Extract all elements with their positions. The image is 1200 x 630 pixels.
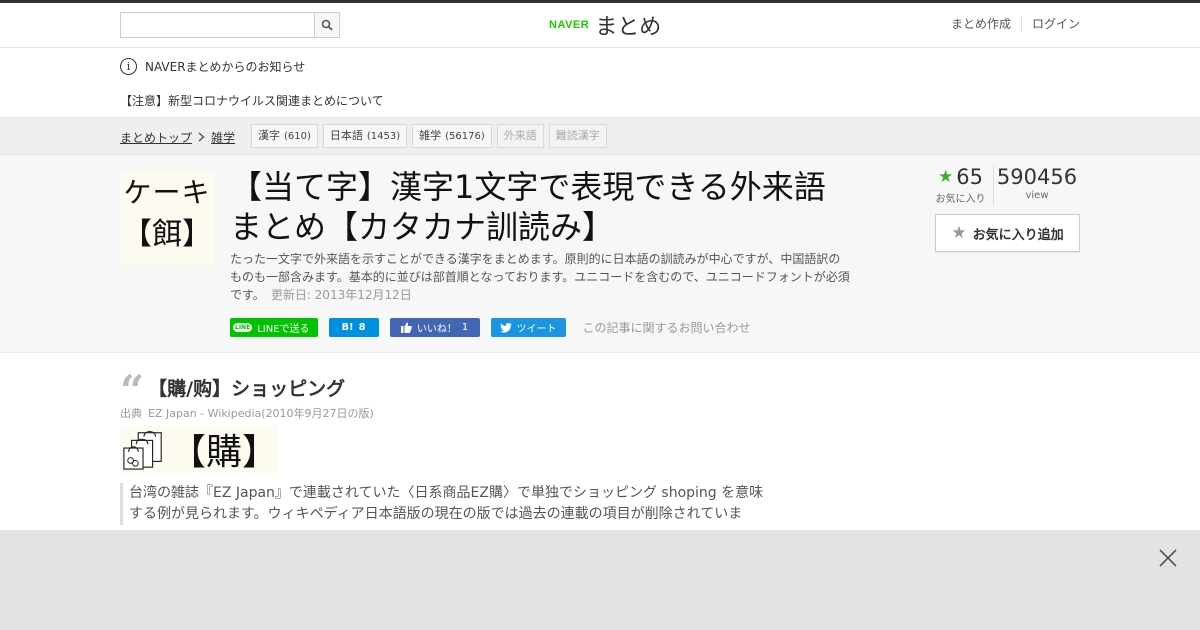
article-thumbnail: ケーキ 【餌】 [120,171,214,265]
facebook-like-label: いいね！ [416,324,457,335]
tweet-label: ツイート [516,324,557,335]
line-icon: LINE [233,323,253,332]
section-image[interactable]: 【購】 [120,425,278,473]
section-heading: “ 【購/购】ショッピング [120,366,346,415]
logo-naver: NAVER [549,19,590,31]
search-icon [321,19,333,31]
chevron-right-icon [198,131,205,145]
tag-list: 漢字 (610) 日本語 (1453) 雑学 (56176) 外来語 難読漢字 [251,124,607,148]
tag-nihongo[interactable]: 日本語 (1453) [322,124,408,148]
twitter-icon [499,322,512,333]
search-button[interactable] [314,13,339,37]
source-citation: 出典 EZ Japan - Wikipedia(2010年9月27日の版) [120,405,374,421]
search-form [120,12,340,38]
tag-zatsugaku[interactable]: 雑学 (56176) [412,124,492,148]
section-image-kanji: 【購】 [169,432,278,473]
article-stats: ★ 65 お気に入り 590456 view [928,165,1080,205]
source-link[interactable]: EZ Japan - Wikipedia(2010年9月27日の版) [148,407,374,420]
ad-overlay [0,530,1200,630]
favorite-label: お気に入り [935,194,986,205]
favorite-count: 65 [956,165,983,189]
line-share-button[interactable]: LINE LINEで送る [230,318,318,337]
thumbnail-text-bottom: 【餌】 [122,217,212,252]
share-buttons: LINE LINEで送る B! 8 いいね！ 1 ツイート この記事に関するお問… [230,318,751,337]
notice-title-text: NAVERまとめからのお知らせ [145,60,306,74]
view-stat: 590456 view [994,165,1080,205]
source-label: 出典 [120,407,142,420]
tag-label: 外来語 [503,129,537,142]
view-count: 590456 [996,165,1078,189]
tag-gairaigo[interactable]: 外来語 [496,124,544,148]
notice-area: i NAVERまとめからのお知らせ 【注意】新型コロナウイルス関連まとめについて [0,48,1200,118]
close-icon[interactable] [1156,546,1180,570]
hatena-count: 8 [358,322,366,333]
tag-label: 日本語 [329,129,363,142]
tag-kanji[interactable]: 漢字 (610) [251,124,318,148]
star-icon: ★ [951,223,967,243]
tag-nandoku-kanji[interactable]: 難読漢字 [548,124,607,148]
hatena-icon: B! [341,322,354,333]
tag-count: (610) [284,131,311,142]
quote-block: 台湾の雑誌『EZ Japan』で連載されていた〈日系商品EZ購〉で単独でショッピ… [120,483,770,525]
info-icon: i [120,58,137,75]
view-label: view [1025,190,1049,201]
add-favorite-button[interactable]: ★ お気に入り追加 [935,214,1080,252]
star-icon: ★ [938,167,954,187]
search-input[interactable] [121,13,314,37]
article-description: たった一文字で外来語を示すことができる漢字をまとめます。原則的に日本語の訓読みが… [230,250,850,304]
inquiry-link[interactable]: この記事に関するお問い合わせ [583,319,751,336]
article-content: “ 【購/购】ショッピング 出典 EZ Japan - Wikipedia(201… [0,353,1200,529]
tweet-button[interactable]: ツイート [490,318,566,337]
tag-label: 漢字 [258,129,280,142]
quote-icon: “ [120,366,145,415]
breadcrumb-category[interactable]: 雑学 [211,129,235,146]
line-share-label: LINEで送る [257,324,310,335]
facebook-like-count: 1 [461,322,469,333]
tag-count: (1453) [366,131,401,142]
naver-matome-logo[interactable]: NAVER まとめ [549,9,661,41]
create-matome-link[interactable]: まとめ作成 [941,17,1021,31]
top-header: NAVER まとめ まとめ作成 ログイン [0,0,1200,48]
breadcrumb-bar: まとめトップ 雑学 漢字 (610) 日本語 (1453) 雑学 (56176) 外来… [0,118,1200,155]
article-header: ケーキ 【餌】 【当て字】漢字1文字で表現できる外来語まとめ【カタカナ訓読み】 … [0,155,1200,353]
top-links: まとめ作成 ログイン [941,17,1080,31]
notice-title: i NAVERまとめからのお知らせ [120,58,305,75]
section-heading-text: 【購/购】ショッピング [148,377,346,400]
facebook-like-button[interactable]: いいね！ 1 [389,318,480,337]
tag-count: (56176) [445,131,485,142]
article-title: 【当て字】漢字1文字で表現できる外来語まとめ【カタカナ訓読み】 [230,168,826,246]
tag-label: 雑学 [419,129,442,142]
login-link[interactable]: ログイン [1020,17,1080,31]
hatena-bookmark-button[interactable]: B! 8 [328,318,379,337]
logo-matome: まとめ [595,15,662,40]
shopping-bags-icon [123,430,162,470]
updated-date: 更新日: 2013年12月12日 [270,288,412,302]
facebook-like-icon [400,322,412,333]
tag-label: 難読漢字 [555,129,600,142]
thumbnail-text-top: ケーキ [123,176,211,209]
favorite-stat: ★ 65 お気に入り [928,165,994,205]
breadcrumb-home[interactable]: まとめトップ [120,129,192,146]
add-favorite-label: お気に入り追加 [972,227,1064,243]
notice-link[interactable]: 【注意】新型コロナウイルス関連まとめについて [120,92,384,109]
breadcrumb: まとめトップ 雑学 [120,129,235,146]
